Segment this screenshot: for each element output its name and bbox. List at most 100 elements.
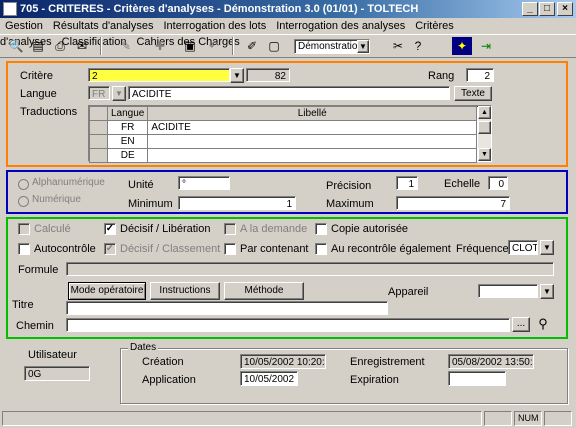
utilisateur-value: 0G xyxy=(24,366,90,381)
copie-autorisee-checkbox[interactable] xyxy=(315,223,327,235)
maximum-label: Maximum xyxy=(326,198,374,210)
zoom-icon[interactable]: 🔍 xyxy=(6,37,26,55)
dates-label: Dates xyxy=(128,342,159,353)
undo-icon[interactable]: ↶ xyxy=(204,37,224,55)
company-select[interactable]: Démonstration 3. ▼ xyxy=(294,39,370,54)
creation-label: Création xyxy=(142,356,184,368)
application-input[interactable]: 10/05/2002 xyxy=(240,371,298,386)
alphanumerique-radio[interactable] xyxy=(18,179,29,190)
minimize-button[interactable]: _ xyxy=(522,2,538,16)
maximize-button[interactable]: □ xyxy=(539,2,555,16)
app-icon xyxy=(3,2,17,16)
new-document-icon[interactable]: ▢ xyxy=(264,37,284,55)
status-cell xyxy=(484,411,512,426)
par-contenant-checkbox[interactable] xyxy=(224,243,236,255)
texte-button[interactable]: Texte xyxy=(454,86,492,101)
chemin-input[interactable] xyxy=(66,318,510,332)
exit-icon[interactable]: ⇥ xyxy=(476,37,496,55)
precision-label: Précision xyxy=(326,180,372,192)
rang-input[interactable]: 2 xyxy=(466,68,494,82)
frequence-dropdown[interactable]: ▼ xyxy=(540,240,554,255)
autocontrole-checkbox[interactable] xyxy=(18,243,30,255)
menu-gestion[interactable]: Gestion xyxy=(0,20,48,32)
close-button[interactable]: × xyxy=(557,2,573,16)
menu-interrogation-lots[interactable]: Interrogation des lots xyxy=(158,20,271,32)
titre-label: Titre xyxy=(12,299,34,311)
menu-resultats[interactable]: Résultats d'analyses xyxy=(48,20,159,32)
scroll-up-icon[interactable]: ▲ xyxy=(478,106,491,119)
wand-icon[interactable]: ✦ xyxy=(452,37,472,55)
critere-number: 82 xyxy=(246,68,290,82)
critere-dropdown[interactable]: ▼ xyxy=(230,68,244,83)
a-la-demande-checkbox[interactable] xyxy=(224,223,236,235)
langue-code: FR xyxy=(88,86,110,100)
minimum-input[interactable]: 1 xyxy=(178,196,296,210)
formule-input[interactable] xyxy=(66,262,554,276)
table-row[interactable]: DE xyxy=(89,148,477,163)
instructions-button[interactable]: Instructions xyxy=(150,282,220,300)
add-icon[interactable]: ✚ xyxy=(150,37,170,55)
unite-input[interactable]: ° xyxy=(178,176,230,190)
langue-libelle-input[interactable]: ACIDITE xyxy=(128,86,450,100)
numerique-radio[interactable] xyxy=(18,196,29,207)
scrollbar[interactable]: ▲ ▼ xyxy=(478,106,491,161)
scroll-down-icon[interactable]: ▼ xyxy=(478,148,491,161)
expiration-input[interactable] xyxy=(448,371,506,386)
traductions-label: Traductions xyxy=(20,106,78,118)
browse-button[interactable]: ... xyxy=(512,317,530,332)
precision-input[interactable]: 1 xyxy=(396,176,418,190)
translations-grid: Langue Libellé FR ACIDITE EN DE ▲ ▼ xyxy=(88,105,492,163)
calcule-checkbox[interactable] xyxy=(18,223,30,235)
appareil-input[interactable] xyxy=(478,284,538,298)
menu-interrogation-analyses[interactable]: Interrogation des analyses xyxy=(271,20,410,32)
titre-input[interactable] xyxy=(66,301,388,315)
title-bar: 705 - CRITERES - Critères d'analyses - D… xyxy=(0,0,576,18)
edit-icon[interactable]: ✎ xyxy=(116,37,136,55)
tools-icon[interactable]: ✂ xyxy=(388,37,408,55)
binoculars-icon[interactable]: ⚲ xyxy=(534,316,552,332)
print-icon[interactable]: ⎙ xyxy=(50,37,70,55)
table-row[interactable]: FR ACIDITE xyxy=(89,120,477,135)
num-indicator: NUM xyxy=(514,411,542,426)
toolbar-separator xyxy=(100,37,102,55)
status-message xyxy=(2,411,482,426)
par-contenant-label: Par contenant xyxy=(240,243,309,255)
minimum-label: Minimum xyxy=(128,198,173,210)
langue-dropdown[interactable]: ▼ xyxy=(112,86,126,101)
critere-label: Critère xyxy=(20,70,54,82)
maximum-input[interactable]: 7 xyxy=(396,196,510,210)
chevron-down-icon[interactable]: ▼ xyxy=(357,40,369,53)
window-title: 705 - CRITERES - Critères d'analyses - D… xyxy=(20,3,419,15)
mail-icon[interactable]: ✉ xyxy=(72,37,92,55)
chemin-label: Chemin xyxy=(16,320,54,332)
decisif-classement-checkbox[interactable]: ✓ xyxy=(104,243,116,255)
numerique-label: Numérique xyxy=(32,194,81,205)
calcule-label: Calculé xyxy=(34,223,71,235)
appareil-label: Appareil xyxy=(388,286,429,298)
frequence-input[interactable]: CLOT xyxy=(508,240,538,255)
enregistrement-value: 05/08/2002 13:50:56 xyxy=(448,354,534,369)
scroll-thumb[interactable] xyxy=(478,121,491,134)
eraser-icon[interactable]: ✐ xyxy=(242,37,262,55)
au-recontrole-checkbox[interactable] xyxy=(315,243,327,255)
appareil-dropdown[interactable]: ▼ xyxy=(540,284,554,299)
help-icon[interactable]: ? xyxy=(408,37,428,55)
save-icon[interactable]: ▣ xyxy=(180,37,200,55)
printer-preview-icon[interactable]: ▤ xyxy=(28,37,48,55)
rang-label: Rang xyxy=(428,70,455,82)
table-row[interactable]: EN xyxy=(89,134,477,149)
echelle-input[interactable]: 0 xyxy=(488,176,508,190)
application-label: Application xyxy=(142,374,196,386)
a-la-demande-label: A la demande xyxy=(240,223,308,235)
critere-input[interactable]: 2 xyxy=(88,68,230,82)
utilisateur-label: Utilisateur xyxy=(28,349,77,361)
mode-operatoire-button[interactable]: Mode opératoire xyxy=(68,282,146,300)
decisif-liberation-checkbox[interactable]: ✓ xyxy=(104,223,116,235)
enregistrement-label: Enregistrement xyxy=(350,356,425,368)
status-cell xyxy=(544,411,572,426)
alphanumerique-label: Alphanumérique xyxy=(32,177,105,188)
creation-value: 10/05/2002 10:20:40 xyxy=(240,354,326,369)
methode-button[interactable]: Méthode xyxy=(224,282,304,300)
frequence-label: Fréquence xyxy=(456,243,509,255)
col-langue: Langue xyxy=(106,106,149,121)
